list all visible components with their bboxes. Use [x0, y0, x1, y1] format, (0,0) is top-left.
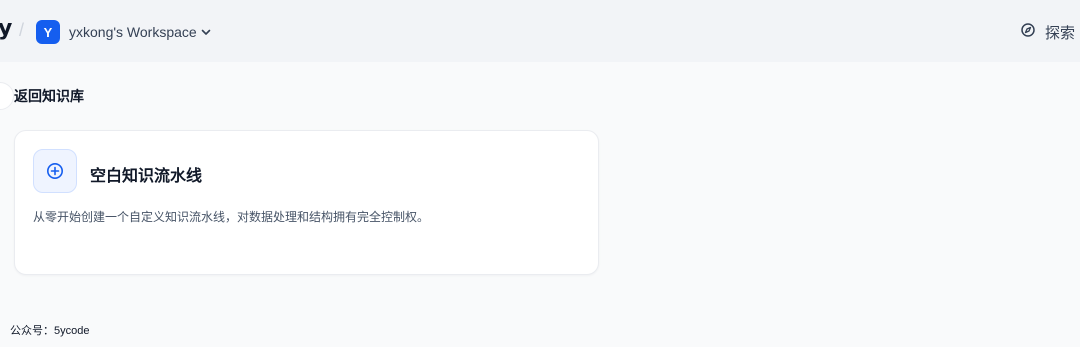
card-title: 空白知识流水线: [90, 168, 203, 185]
explore-button[interactable]: 探索: [1020, 20, 1075, 44]
breadcrumb-separator: /: [19, 20, 25, 40]
app-logo[interactable]: y: [0, 16, 12, 41]
back-arrow-icon: [0, 82, 14, 110]
chevron-down-icon: [200, 26, 212, 38]
watermark-text: 公众号：5ycode: [10, 325, 90, 337]
explore-label: 探索: [1045, 24, 1076, 42]
back-to-knowledge-base-button[interactable]: 返回知识库: [0, 82, 84, 110]
workspace-switcher[interactable]: Y yxkong's Workspace: [36, 19, 212, 45]
blank-pipeline-card[interactable]: 空白知识流水线 从零开始创建一个自定义知识流水线，对数据处理和结构拥有完全控制权…: [14, 130, 599, 275]
workspace-name: yxkong's Workspace: [69, 24, 197, 40]
back-label: 返回知识库: [14, 88, 84, 104]
top-navigation-bar: y / Y yxkong's Workspace 探索: [0, 0, 1080, 62]
workspace-avatar: Y: [36, 20, 60, 44]
compass-icon: [1020, 22, 1036, 43]
card-description: 从零开始创建一个自定义知识流水线，对数据处理和结构拥有完全控制权。: [33, 210, 430, 224]
plus-circle-icon: [33, 149, 77, 193]
